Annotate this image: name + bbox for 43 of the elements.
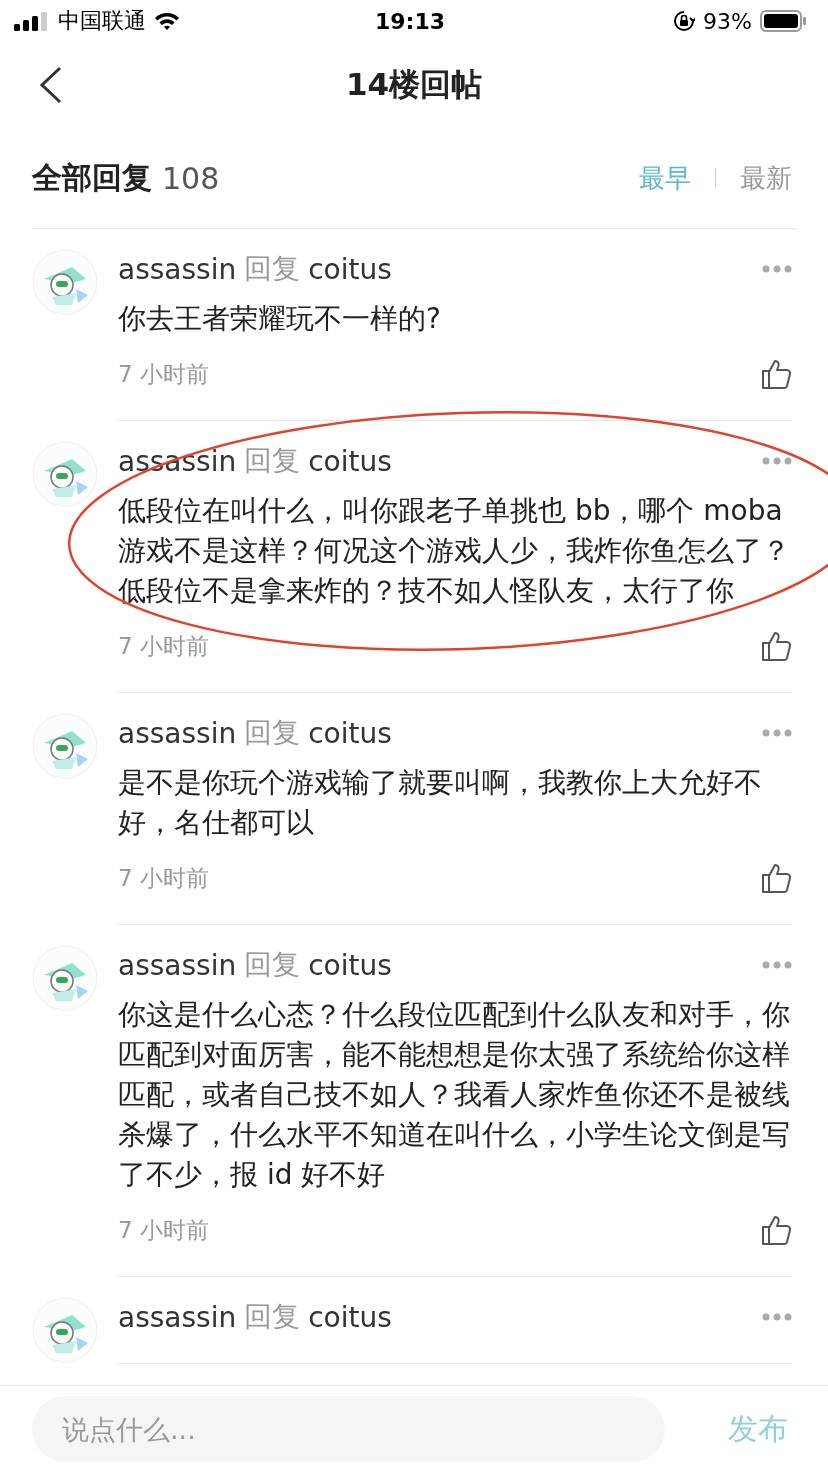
page-title: 14楼回帖 — [345, 65, 483, 104]
reply-target-name[interactable]: coitus — [308, 252, 392, 286]
clock-time: 19:13 — [375, 8, 445, 34]
avatar — [32, 945, 98, 1011]
comment-text: 是不是你玩个游戏输了就要叫啊，我教你上大允好不好，名仕都可以 — [118, 765, 763, 841]
like-icon[interactable] — [760, 862, 792, 894]
reply-label: 回复 — [244, 715, 301, 751]
comment-text: 低段位在叫什么，叫你跟老子单挑也 bb，哪个 moba游戏不是这样？何况这个游戏人少，我炸你鱼怎么了？低段位不是拿来炸的？技不如人怪队友，太行了你 — [118, 493, 791, 609]
comment-text: 你这是什么心态？什么段位匹配到什么队友和对手，你匹配到对面厉害，能不能想想是你太强了系统给你这样匹配，或者自己技不如人？我看人家炸鱼你还不是被线杀爆了，什么水平不知道在叫什么，小学生论文倒是写了不少，报 id 好不好 — [118, 997, 791, 1193]
reply-label: 回复 — [244, 1299, 301, 1335]
reply-label: 回复 — [244, 251, 301, 287]
author-name[interactable]: assassin — [118, 1300, 237, 1334]
avatar — [32, 441, 98, 507]
battery-icon — [760, 10, 806, 32]
comment-time: 7 小时前 — [118, 863, 209, 893]
battery-percent: 93% — [703, 8, 752, 34]
author-name[interactable]: assassin — [118, 716, 237, 750]
comment-time: 7 小时前 — [118, 1215, 209, 1245]
like-icon[interactable] — [760, 358, 792, 390]
reply-count: 108 — [162, 160, 220, 196]
avatar — [32, 1297, 98, 1363]
author-name[interactable]: assassin — [118, 948, 237, 982]
comment-text: 你去王者荣耀玩不一样的? — [118, 301, 442, 337]
reply-target-name[interactable]: coitus — [308, 1300, 392, 1334]
like-icon[interactable] — [760, 630, 792, 662]
comment-time: 7 小时前 — [118, 359, 209, 389]
avatar — [32, 713, 98, 779]
avatar — [32, 249, 98, 315]
rotation-lock-icon — [673, 10, 696, 32]
like-icon[interactable] — [760, 1214, 792, 1246]
reply-target-name[interactable]: coitus — [308, 948, 392, 982]
reply-label: 回复 — [244, 947, 301, 983]
author-name[interactable]: assassin — [118, 252, 237, 286]
reply-target-name[interactable]: coitus — [308, 716, 392, 750]
comment-time: 7 小时前 — [118, 631, 209, 661]
wifi-icon — [154, 11, 180, 31]
signal-icon — [14, 11, 50, 31]
carrier-name: 中国联通 — [58, 7, 146, 35]
back-icon[interactable] — [38, 66, 64, 104]
reply-target-name[interactable]: coitus — [308, 444, 392, 478]
reply-label: 回复 — [244, 443, 301, 479]
section-title: 全部回复 — [32, 158, 152, 197]
comment-input[interactable]: 说点什么... — [32, 1396, 665, 1462]
